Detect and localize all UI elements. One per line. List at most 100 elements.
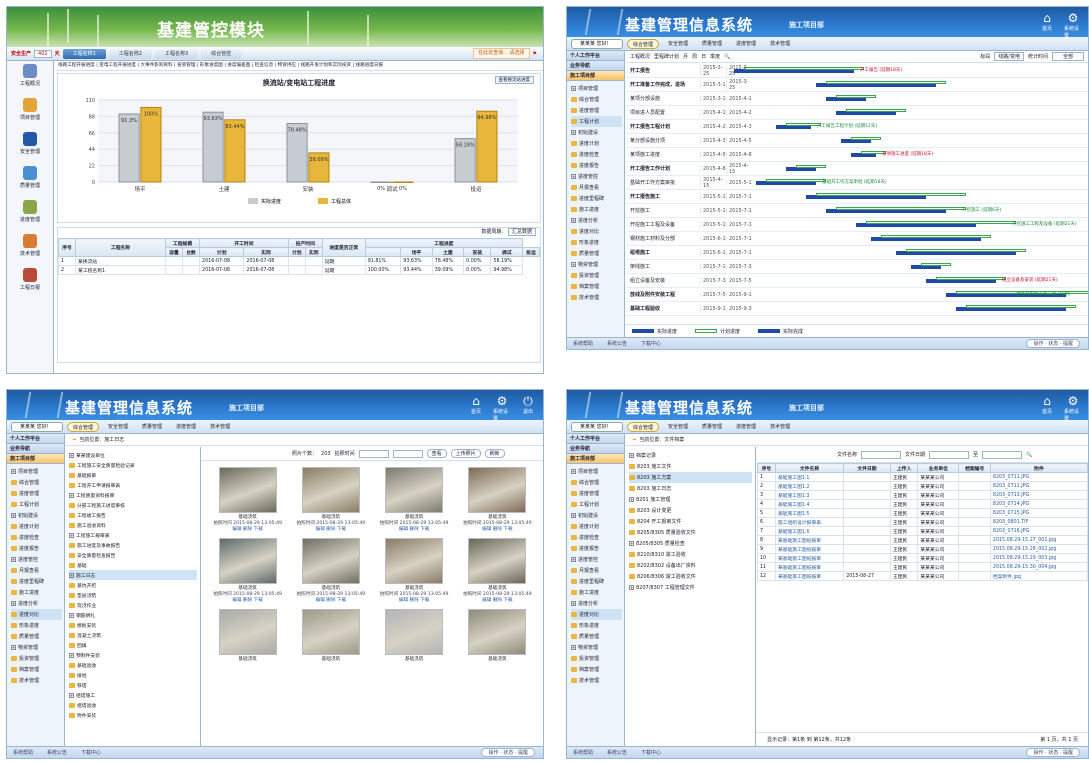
- tree-node[interactable]: 进度计划: [571, 138, 622, 149]
- photo-thumbnail[interactable]: [385, 538, 444, 584]
- doc-col-4[interactable]: 业务单位: [917, 463, 960, 473]
- gantt-row[interactable]: 基础工程验收 2015-9-1 2015-9-3: [626, 302, 1088, 316]
- tree-node[interactable]: 综合管理: [11, 477, 62, 488]
- tree-node[interactable]: 形象进度: [571, 620, 622, 631]
- status-actions[interactable]: 操作 · 状态 · 提醒: [481, 748, 535, 757]
- tree-node[interactable]: 进度对比: [571, 226, 622, 237]
- status-notice[interactable]: 系统公告: [607, 749, 627, 756]
- photo-card[interactable]: 基础浇筑 拍照时间 2015-08-29 13:05:49 编辑 删除 下载: [289, 467, 372, 532]
- tree-node[interactable]: 质量管理: [571, 248, 622, 259]
- attachment-link[interactable]: 8203_0801.TIF: [989, 517, 1088, 527]
- tree-node[interactable]: 投资管理: [11, 653, 62, 664]
- tree-node[interactable]: 回填: [69, 640, 197, 650]
- tool-week[interactable]: 周: [692, 53, 697, 60]
- tree-node[interactable]: 基础报审: [69, 470, 197, 480]
- tree-node[interactable]: 工程计划: [571, 116, 622, 127]
- tree-node[interactable]: + 档案记录: [629, 450, 752, 461]
- tree-node[interactable]: 进度对比: [571, 609, 622, 620]
- attachment-link[interactable]: 8203_0714.JPG: [989, 499, 1088, 509]
- plan-bar[interactable]: [766, 179, 826, 182]
- tree-node[interactable]: + 进度分析: [571, 215, 622, 226]
- photo-actions[interactable]: 编辑 删除 下载: [399, 526, 429, 532]
- tree-node[interactable]: 分部工程施工进度审核: [69, 500, 197, 510]
- pager-pages[interactable]: 第 1 页，共 1 页: [1040, 736, 1078, 743]
- tree-node[interactable]: 档案管理: [571, 664, 622, 675]
- table-cell[interactable]: 基础施工图1.1: [774, 472, 845, 482]
- tree-node[interactable]: +8207/8307 工程管理文件: [629, 582, 752, 593]
- tree-node[interactable]: + 进度管控: [571, 171, 622, 182]
- tab-project-3[interactable]: 工程名称3: [154, 48, 199, 59]
- quick-links[interactable]: 线路工程开展进度 | 变电工程开展进度 | 大事件影响资料 | 投资管理 | 形…: [55, 61, 543, 71]
- bar-实际进度-场平[interactable]: [118, 113, 140, 183]
- gantt-row[interactable]: 某项分部设施 2015-3-1 2015-4-1: [626, 92, 1088, 106]
- table-cell[interactable]: 基础施工图1.2: [774, 481, 845, 491]
- nav-safety[interactable]: 安全管理: [663, 422, 693, 432]
- tree-node[interactable]: 进度管理: [11, 488, 62, 499]
- tree-node[interactable]: 施工进度: [11, 587, 62, 598]
- photo-card[interactable]: 基础浇筑 拍照时间 2015-08-29 13:05:49 编辑 删除 下载: [373, 467, 456, 532]
- photo-card[interactable]: 基础浇筑 拍照时间 2015-08-29 13:05:49 编辑 删除 下载: [206, 538, 289, 603]
- photo-thumbnail[interactable]: [385, 467, 444, 513]
- nav-general[interactable]: 综合管理: [627, 421, 660, 432]
- tree-node[interactable]: + 项目管理: [11, 466, 62, 477]
- tree-node[interactable]: 质量管理: [571, 631, 622, 642]
- tree-node[interactable]: 施工进度: [571, 587, 622, 598]
- tree-node[interactable]: 进度检查: [11, 532, 62, 543]
- side-business[interactable]: 业务导航: [567, 61, 624, 71]
- tree-node[interactable]: 进度里程碑: [571, 193, 622, 204]
- tree-node[interactable]: 质量管理: [11, 631, 62, 642]
- tree-node[interactable]: 月报查看: [11, 565, 62, 576]
- table-row[interactable]: 1 某换流站 2016-07-08 2016-07-08 延期 91.81% 93.63% 7…: [57, 256, 540, 266]
- tree-node[interactable]: + 组塔施工: [69, 690, 197, 700]
- filter-select[interactable]: 线路/变电: [994, 52, 1024, 61]
- plan-bar[interactable]: [966, 305, 1076, 308]
- tree-node[interactable]: 进度计划: [11, 521, 62, 532]
- settings-icon[interactable]: ⚙ 系统设置: [1064, 394, 1082, 420]
- filter-date-to[interactable]: [982, 450, 1023, 459]
- gantt-row[interactable]: 组立设备及安装 2015-7-3 2015-7-5 组立设备及安装 (延期21天): [626, 274, 1088, 288]
- plan-bar[interactable]: [744, 67, 864, 70]
- tree-node[interactable]: 基础: [69, 560, 197, 570]
- tree-node[interactable]: 月报查看: [571, 182, 622, 193]
- side-business[interactable]: 业务导航: [567, 444, 624, 454]
- tool-milestone[interactable]: 里程碑计划: [654, 53, 679, 60]
- tree-node[interactable]: 8204 开工报审文件: [629, 516, 752, 527]
- status-help[interactable]: 系统帮助: [573, 340, 593, 347]
- doc-col-5[interactable]: 档案编号: [958, 463, 991, 473]
- download-link[interactable]: 查看换流站进度: [494, 76, 534, 84]
- status-notice[interactable]: 系统公告: [607, 340, 627, 347]
- tool-day[interactable]: 日: [701, 53, 706, 60]
- side-business[interactable]: 业务导航: [7, 444, 64, 454]
- nav-general[interactable]: 综合管理: [67, 421, 100, 432]
- nav-schedule[interactable]: 进度管理: [171, 422, 201, 432]
- plan-bar[interactable]: [826, 81, 946, 84]
- tree-node[interactable]: + 工程施工报审表: [69, 530, 197, 540]
- photo-thumbnail[interactable]: [218, 538, 277, 584]
- tree-node[interactable]: 技术管理: [571, 675, 622, 686]
- side-personal[interactable]: 个人工作平台: [567, 434, 624, 444]
- attachment-link[interactable]: 8203_0712.JPG: [989, 481, 1088, 491]
- bar-实际进度-调试[interactable]: [370, 181, 392, 183]
- gantt-row[interactable]: 开挖施工工程及设备 2015-5-1 2015-7-1 开挖施工工程及设备 (延期21…: [626, 218, 1088, 232]
- tool-quarter[interactable]: 季度: [710, 53, 720, 60]
- tree-node[interactable]: 组塔验收: [69, 700, 197, 710]
- photo-actions[interactable]: 编辑 删除 下载: [482, 526, 512, 532]
- settings-icon[interactable]: ⚙ 系统设置: [1064, 11, 1082, 37]
- tree-node[interactable]: + 进度管控: [571, 554, 622, 565]
- table-row[interactable]: 9 某基础施工图纸报审 王建民 某某某公司 2015.08.29-15.28_002.j…: [757, 544, 1088, 554]
- tree-node[interactable]: 8210/8310 竣工验收: [629, 549, 752, 560]
- tree-node[interactable]: 8202/8302 设备出厂资料: [629, 560, 752, 571]
- tree-node[interactable]: + 初始建设: [571, 510, 622, 521]
- period-select[interactable]: 全部: [1051, 52, 1084, 61]
- bar-工程总体-投运[interactable]: [476, 110, 498, 183]
- doc-col-6[interactable]: 附件: [989, 463, 1088, 473]
- table-cell[interactable]: 基础施工图1.5: [774, 508, 845, 518]
- attachment-link[interactable]: 2015.08.29-15.29_003.jpg: [989, 553, 1088, 563]
- tree-node[interactable]: 8205/8305 质量验收文件: [629, 527, 752, 538]
- doc-col-0[interactable]: 序号: [757, 463, 776, 473]
- gantt-row[interactable]: 开挖施工 2015-5-1 2015-7-1 开挖施工 (延期6天): [626, 204, 1088, 218]
- tree-node[interactable]: 投资管理: [571, 653, 622, 664]
- plan-bar[interactable]: [816, 193, 966, 196]
- plan-bar[interactable]: [786, 123, 821, 126]
- plan-bar[interactable]: [846, 109, 906, 112]
